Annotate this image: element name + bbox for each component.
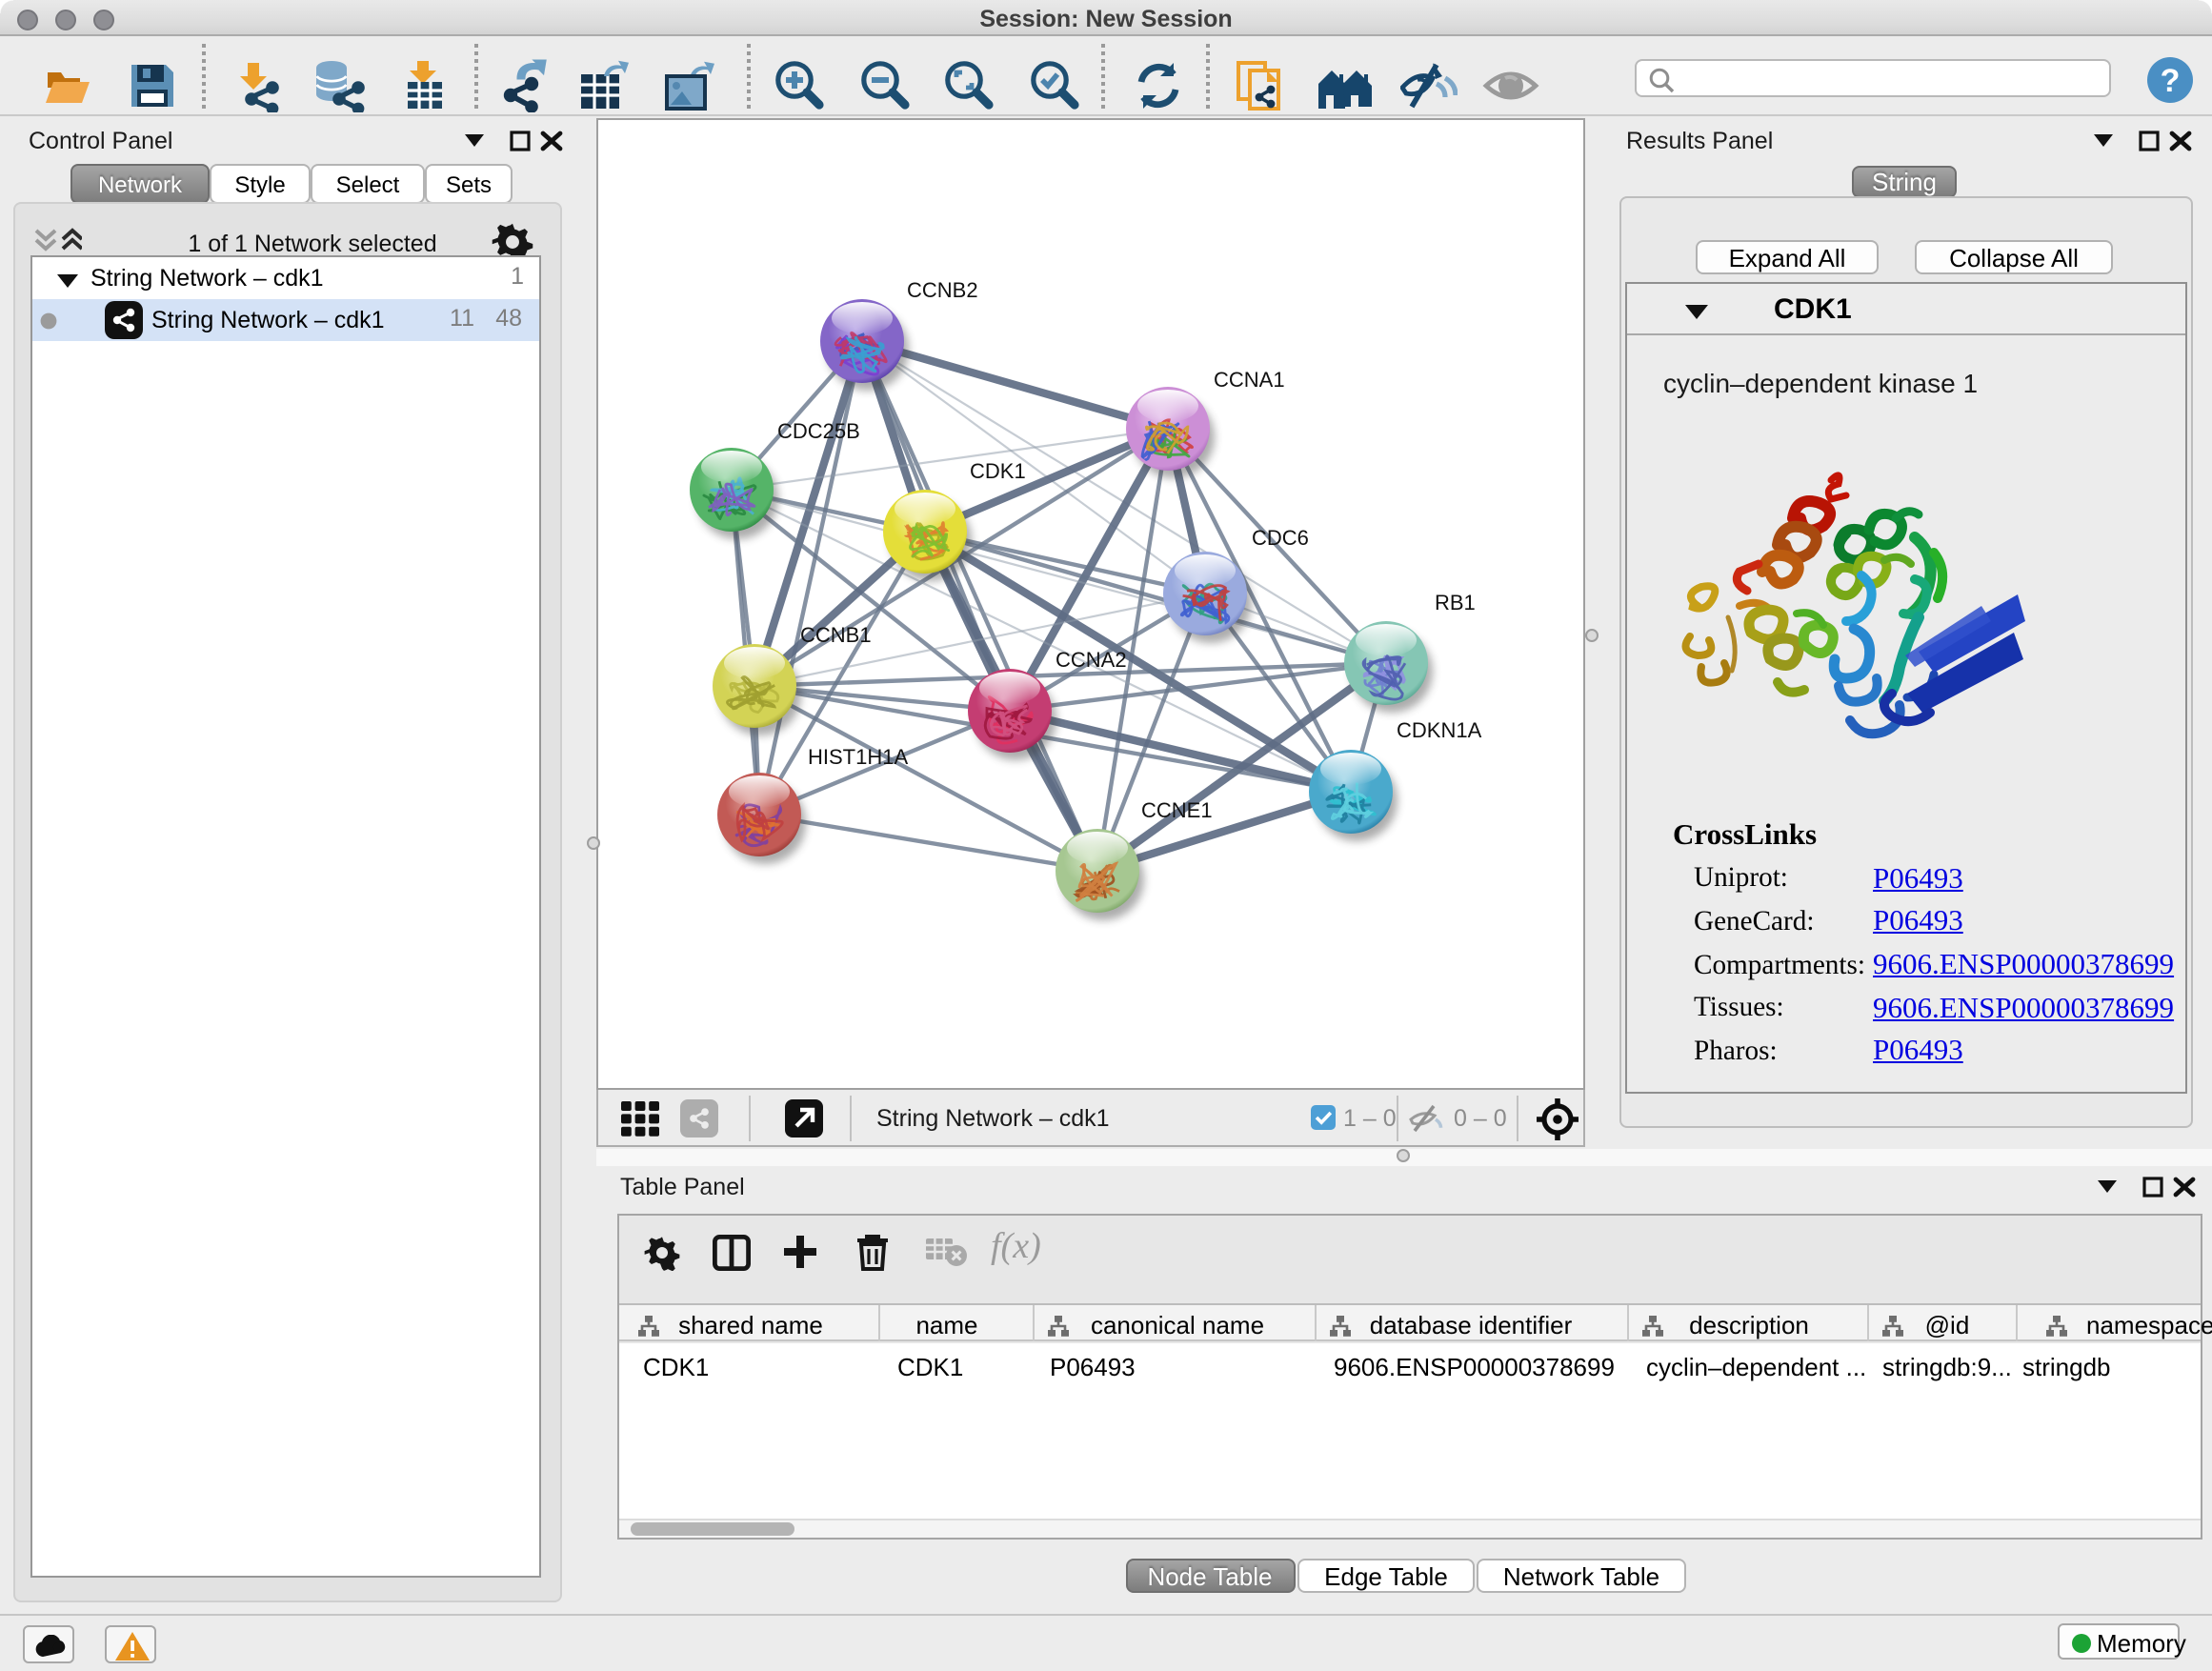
svg-text:CDC6: CDC6 <box>1252 526 1309 550</box>
svg-text:CDKN1A: CDKN1A <box>1397 718 1482 742</box>
svg-text:CCNB1: CCNB1 <box>800 623 872 647</box>
svg-text:CDK1: CDK1 <box>970 459 1026 483</box>
svg-text:CCNE1: CCNE1 <box>1141 798 1213 822</box>
svg-text:CDC25B: CDC25B <box>777 419 860 443</box>
svg-text:RB1: RB1 <box>1435 591 1476 614</box>
svg-text:CCNB2: CCNB2 <box>907 278 978 302</box>
svg-text:CCNA2: CCNA2 <box>1056 648 1127 672</box>
svg-text:CCNA1: CCNA1 <box>1214 368 1285 392</box>
svg-text:?: ? <box>2161 63 2181 99</box>
svg-text:HIST1H1A: HIST1H1A <box>808 745 908 769</box>
